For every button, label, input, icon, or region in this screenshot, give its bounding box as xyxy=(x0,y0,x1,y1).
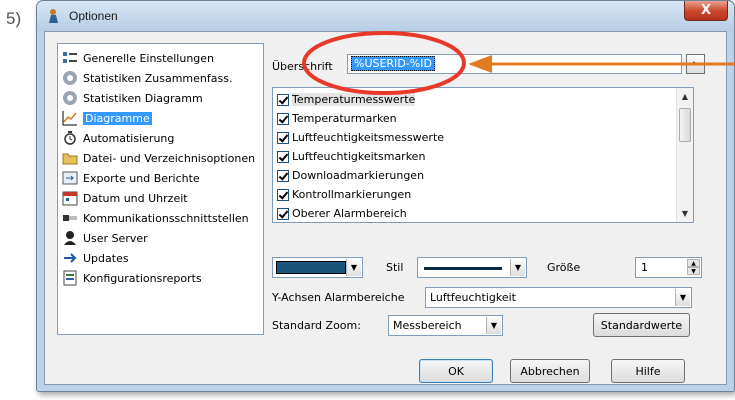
nav-item-datei-und-verzeichnisoptionen[interactable]: Datei- und Verzeichnisoptionen xyxy=(62,149,255,167)
checklist-label: Oberer Alarmbereich xyxy=(292,207,407,220)
nav-item-statistiken-zusammenfass[interactable]: Statistiken Zusammenfass. xyxy=(62,69,232,87)
checklist-item[interactable]: Temperaturmesswerte xyxy=(277,91,416,108)
checkbox[interactable] xyxy=(277,169,289,182)
groesse-label: Größe xyxy=(547,261,581,274)
size-value: 1 xyxy=(641,261,648,274)
checklist-item[interactable]: Oberer Alarmbereich xyxy=(277,205,407,222)
nav-item-updates[interactable]: Updates xyxy=(62,249,129,267)
nav-label: Datei- und Verzeichnisoptionen xyxy=(83,151,256,165)
checkbox[interactable] xyxy=(277,150,289,163)
close-button[interactable]: X xyxy=(684,1,728,21)
y-axis-label: Y-Achsen Alarmbereiche xyxy=(272,291,405,304)
export-icon xyxy=(62,171,78,185)
heading-label: Überschrift xyxy=(272,60,333,73)
checkbox[interactable] xyxy=(277,131,289,144)
chevron-down-icon[interactable]: ▼ xyxy=(675,289,690,306)
category-list[interactable]: Generelle Einstellungen Statistiken Zusa… xyxy=(57,43,264,335)
checklist-item[interactable]: Downloadmarkierungen xyxy=(277,167,424,184)
nav-item-diagramme[interactable]: Diagramme xyxy=(62,109,152,127)
checkbox[interactable] xyxy=(277,188,289,201)
insert-placeholder-button[interactable]: ▸ xyxy=(686,54,705,74)
folder-icon xyxy=(62,153,78,165)
scroll-thumb[interactable] xyxy=(679,108,691,142)
chevron-down-icon[interactable]: ▼ xyxy=(346,259,361,276)
checklist-label: Temperaturmarken xyxy=(292,112,397,125)
connector-icon xyxy=(63,215,77,221)
step-number: 5) xyxy=(6,9,22,28)
line-style-select[interactable]: ▼ xyxy=(417,257,527,278)
line-chart-icon xyxy=(62,111,77,126)
nav-label: Kommunikationsschnittstellen xyxy=(83,211,249,225)
cancel-button[interactable]: Abbrechen xyxy=(510,359,590,383)
arrow-right-icon xyxy=(64,253,77,263)
checklist-label: Downloadmarkierungen xyxy=(292,169,425,182)
checklist-item[interactable]: Luftfeuchtigkeitsmarken xyxy=(277,148,425,165)
nav-item-generelle-einstellungen[interactable]: Generelle Einstellungen xyxy=(62,49,214,67)
nav-item-user-server[interactable]: User Server xyxy=(62,229,148,247)
checklist-label: Luftfeuchtigkeitsmarken xyxy=(292,150,426,163)
app-icon xyxy=(49,9,58,23)
zoom-select[interactable]: Messbereich ▼ xyxy=(388,315,503,336)
checklist-item[interactable]: Kontrollmarkierungen xyxy=(277,186,411,203)
help-button[interactable]: Hilfe xyxy=(611,359,685,383)
increment-icon[interactable]: ▲ xyxy=(687,259,700,267)
calendar-icon xyxy=(62,191,78,206)
size-stepper[interactable]: 1 ▲ ▼ xyxy=(635,257,702,278)
checkbox[interactable] xyxy=(277,112,289,125)
stats-chart-icon xyxy=(63,91,77,105)
options-dialog: Optionen X Generelle Einstellungen Stati… xyxy=(36,0,735,392)
chevron-down-icon[interactable]: ▼ xyxy=(510,259,525,276)
nav-label: User Server xyxy=(83,231,148,245)
nav-label: Statistiken Zusammenfass. xyxy=(83,71,233,85)
dialog-body: Generelle Einstellungen Statistiken Zusa… xyxy=(44,31,727,385)
decrement-icon[interactable]: ▼ xyxy=(687,267,700,275)
checklist-label: Temperaturmesswerte xyxy=(292,93,416,106)
ok-button[interactable]: OK xyxy=(419,359,493,383)
title-bar[interactable]: Optionen X xyxy=(37,1,734,31)
nav-label: Datum und Uhrzeit xyxy=(83,191,188,205)
series-checklist[interactable]: Temperaturmesswerte Temperaturmarken Luf… xyxy=(272,87,694,223)
stil-label: Stil xyxy=(386,261,404,274)
nav-item-statistiken-diagramm[interactable]: Statistiken Diagramm xyxy=(62,89,203,107)
nav-label: Automatisierung xyxy=(83,131,175,145)
nav-item-konfigurationsreports[interactable]: Konfigurationsreports xyxy=(62,269,202,287)
scroll-up-icon[interactable]: ▲ xyxy=(677,88,693,105)
stats-summary-icon xyxy=(63,71,77,85)
nav-item-kommunikationsschnittstellen[interactable]: Kommunikationsschnittstellen xyxy=(62,209,249,227)
heading-input[interactable]: %USERID-%ID xyxy=(347,54,682,74)
nav-label: Statistiken Diagramm xyxy=(83,91,203,105)
defaults-button[interactable]: Standardwerte xyxy=(593,313,690,337)
y-axis-select[interactable]: Luftfeuchtigkeit ▼ xyxy=(425,287,692,308)
color-select[interactable]: ▼ xyxy=(272,257,363,278)
checklist-label: Kontrollmarkierungen xyxy=(292,188,412,201)
chevron-down-icon[interactable]: ▼ xyxy=(486,317,501,334)
nav-item-exporte-und-berichte[interactable]: Exporte und Berichte xyxy=(62,169,200,187)
settings-icon xyxy=(63,52,77,63)
nav-item-datum-und-uhrzeit[interactable]: Datum und Uhrzeit xyxy=(62,189,188,207)
nav-label: Diagramme xyxy=(83,111,152,125)
checkbox[interactable] xyxy=(277,207,289,220)
color-swatch xyxy=(276,261,346,274)
nav-label: Generelle Einstellungen xyxy=(83,51,215,65)
report-icon xyxy=(63,270,77,286)
automation-icon xyxy=(64,131,76,145)
nav-label: Updates xyxy=(83,251,129,265)
checklist-scrollbar[interactable]: ▲ ▼ xyxy=(676,88,693,222)
zoom-label: Standard Zoom: xyxy=(272,319,361,332)
checklist-label: Luftfeuchtigkeitsmesswerte xyxy=(292,131,445,144)
window-title: Optionen xyxy=(69,9,118,23)
nav-label: Exporte und Berichte xyxy=(83,171,200,185)
checklist-item[interactable]: Temperaturmarken xyxy=(277,110,397,127)
user-server-icon xyxy=(64,231,76,245)
y-axis-value: Luftfeuchtigkeit xyxy=(430,291,516,304)
line-style-swatch xyxy=(424,267,502,270)
nav-label: Konfigurationsreports xyxy=(83,271,202,285)
heading-value: %USERID-%ID xyxy=(351,56,435,71)
zoom-value: Messbereich xyxy=(393,319,462,332)
nav-item-automatisierung[interactable]: Automatisierung xyxy=(62,129,174,147)
scroll-down-icon[interactable]: ▼ xyxy=(677,205,693,222)
checklist-item[interactable]: Luftfeuchtigkeitsmesswerte xyxy=(277,129,444,146)
checkbox[interactable] xyxy=(277,93,289,106)
